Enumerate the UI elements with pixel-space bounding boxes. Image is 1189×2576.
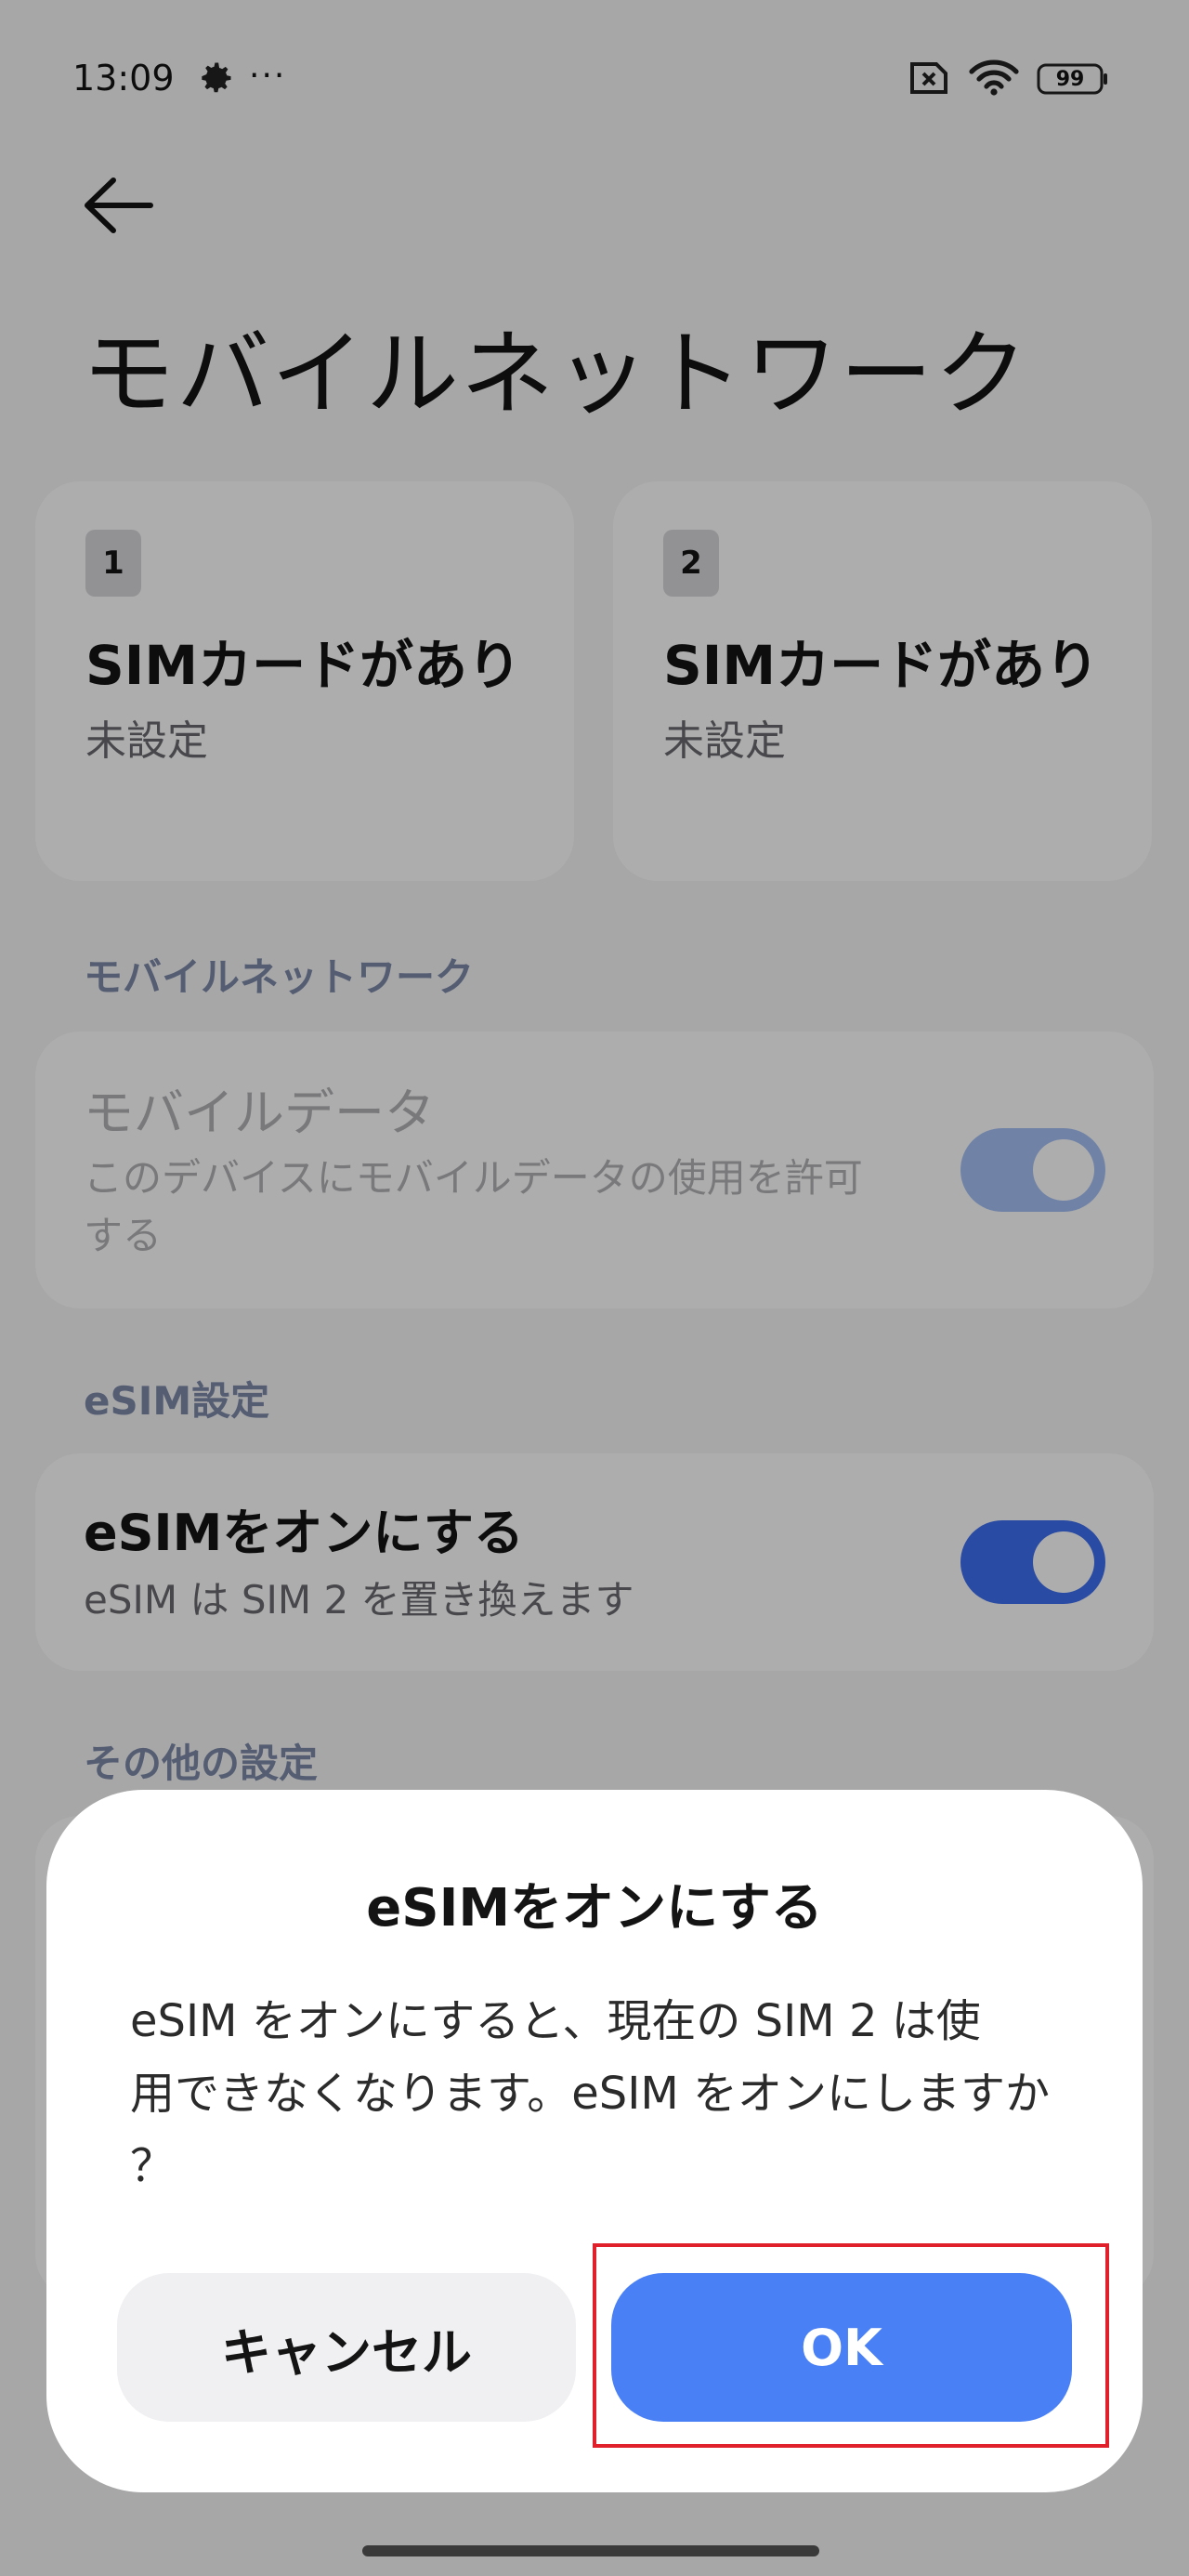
dialog-message-line3: ？ — [130, 2140, 176, 2192]
dialog-message-line1: eSIM をオンにすると、現在の SIM 2 は使 — [130, 1995, 981, 2047]
dialog-message: eSIM をオンにすると、現在の SIM 2 は使 用できなくなります。eSIM… — [130, 1985, 1059, 2202]
dialog-message-line2: 用できなくなります。eSIM をオンにしますか — [130, 2068, 1051, 2120]
dialog-title: eSIMをオンにする — [366, 1878, 823, 1939]
cancel-button[interactable]: キャンセル — [117, 2273, 576, 2422]
ok-button-highlight — [593, 2243, 1109, 2448]
home-indicator[interactable] — [362, 2545, 819, 2556]
